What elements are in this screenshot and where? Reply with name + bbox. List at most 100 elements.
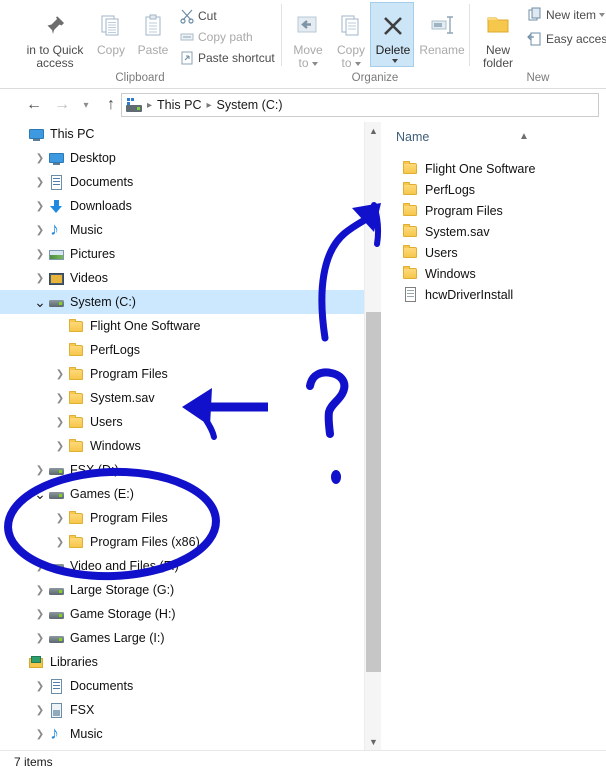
up-button[interactable]: ↑: [99, 93, 123, 117]
recent-locations-button[interactable]: ▾: [74, 93, 98, 117]
chevron-right-icon[interactable]: ❯: [32, 602, 48, 626]
tree-item-documents[interactable]: ❯ Documents: [0, 170, 364, 194]
chevron-right-icon[interactable]: ❯: [52, 434, 68, 458]
scissors-icon: [176, 8, 198, 24]
easy-access-button[interactable]: Easy access: [524, 28, 606, 50]
tree-item-label: System.sav: [90, 391, 155, 405]
breadcrumb-item-this-pc[interactable]: This PC: [155, 98, 203, 112]
chevron-right-icon[interactable]: ❯: [52, 386, 68, 410]
tree-item-game-storage-h[interactable]: ❯ Game Storage (H:): [0, 602, 364, 626]
rename-button[interactable]: Rename: [416, 4, 468, 57]
folder-icon: [68, 318, 85, 335]
chevron-right-icon[interactable]: ❯: [32, 578, 48, 602]
tree-item-program-files[interactable]: ❯ Program Files: [0, 506, 364, 530]
chevron-right-icon[interactable]: ❯: [32, 266, 48, 290]
tree-item-perflogs[interactable]: PerfLogs: [0, 338, 364, 362]
scrollbar-thumb[interactable]: [366, 312, 381, 672]
tree-item-desktop[interactable]: ❯ Desktop: [0, 146, 364, 170]
tree-item-flight-one-software[interactable]: Flight One Software: [0, 314, 364, 338]
list-item[interactable]: PerfLogs: [382, 179, 606, 200]
chevron-right-icon[interactable]: ❯: [32, 626, 48, 650]
tree-item-music[interactable]: ❯ Music: [0, 722, 364, 746]
pin-icon: [42, 8, 68, 44]
chevron-right-icon[interactable]: ❯: [32, 698, 48, 722]
list-item[interactable]: hcwDriverInstall: [382, 284, 606, 305]
tree-no-chevron: [12, 122, 28, 146]
tree-item-label: Games Large (I:): [70, 631, 165, 645]
tree-item-downloads[interactable]: ❯ Downloads: [0, 194, 364, 218]
tree-item-label: FSX: [70, 703, 95, 717]
copy-to-button[interactable]: Copy to: [330, 4, 372, 70]
chevron-right-icon[interactable]: ❯: [32, 722, 48, 746]
folder-icon: [402, 160, 419, 177]
copy-path-button[interactable]: Copy path: [176, 26, 253, 48]
chevron-right-icon[interactable]: ❯: [32, 458, 48, 482]
folder-icon: [68, 414, 85, 431]
breadcrumb-item-system-c[interactable]: System (C:): [215, 98, 285, 112]
tree-item-videos[interactable]: ❯ Videos: [0, 266, 364, 290]
file-list-pane[interactable]: Name ▲ Flight One Software PerfLogs Progra…: [382, 122, 606, 750]
navigation-tree-pane[interactable]: This PC❯Desktop❯Documents❯Downloads❯Musi…: [0, 122, 364, 750]
scroll-up-icon[interactable]: ▲: [365, 122, 382, 139]
tree-item-system-sav[interactable]: ❯ System.sav: [0, 386, 364, 410]
chevron-down-icon[interactable]: [391, 59, 398, 63]
list-item[interactable]: Program Files: [382, 200, 606, 221]
folder-icon: [402, 265, 419, 282]
chevron-down-icon[interactable]: [599, 13, 606, 17]
chevron-right-icon[interactable]: ❯: [52, 530, 68, 554]
chevron-right-icon[interactable]: ❯: [32, 674, 48, 698]
back-button[interactable]: ←: [22, 93, 46, 117]
tree-item-program-files-x86[interactable]: ❯ Program Files (x86): [0, 530, 364, 554]
chevron-right-icon[interactable]: ❯: [32, 194, 48, 218]
tree-item-large-storage-g[interactable]: ❯ Large Storage (G:): [0, 578, 364, 602]
breadcrumb[interactable]: ▸ This PC ▸ System (C:): [121, 93, 599, 117]
tree-item-games-large-i[interactable]: ❯ Games Large (I:): [0, 626, 364, 650]
list-item-name: Flight One Software: [425, 161, 536, 176]
tree-item-program-files[interactable]: ❯ Program Files: [0, 362, 364, 386]
delete-x-icon: [379, 8, 407, 44]
tree-item-fsx-d[interactable]: ❯ FSX (D:): [0, 458, 364, 482]
chevron-right-icon[interactable]: ❯: [32, 170, 48, 194]
tree-item-windows[interactable]: ❯ Windows: [0, 434, 364, 458]
chevron-down-icon[interactable]: ⌄: [32, 290, 48, 314]
new-folder-button[interactable]: New folder: [474, 4, 522, 70]
move-to-button[interactable]: Move to: [286, 4, 330, 70]
tree-no-chevron: [52, 338, 68, 362]
chevron-right-icon[interactable]: ❯: [52, 410, 68, 434]
scroll-down-icon[interactable]: ▼: [365, 733, 382, 750]
chevron-right-icon[interactable]: ❯: [52, 362, 68, 386]
tree-item-fsx[interactable]: ❯ FSX: [0, 698, 364, 722]
tree-item-label: Games (E:): [70, 487, 134, 501]
copy-button[interactable]: Copy: [90, 4, 132, 57]
tree-item-this-pc[interactable]: This PC: [0, 122, 364, 146]
chevron-right-icon[interactable]: ❯: [32, 146, 48, 170]
list-item[interactable]: Users: [382, 242, 606, 263]
tree-item-users[interactable]: ❯ Users: [0, 410, 364, 434]
chevron-right-icon[interactable]: ❯: [32, 554, 48, 578]
list-item[interactable]: Flight One Software: [382, 158, 606, 179]
chevron-right-icon[interactable]: ❯: [32, 242, 48, 266]
paste-shortcut-button[interactable]: Paste shortcut: [176, 47, 275, 69]
column-header-name[interactable]: Name: [382, 122, 606, 152]
delete-button[interactable]: Delete: [372, 4, 414, 63]
new-item-button[interactable]: New item: [524, 4, 606, 26]
chevron-down-icon[interactable]: ⌄: [32, 482, 48, 506]
tree-item-games-e[interactable]: ⌄ Games (E:): [0, 482, 364, 506]
chevron-right-icon[interactable]: ❯: [32, 218, 48, 242]
tree-item-system-c[interactable]: ⌄ System (C:): [0, 290, 364, 314]
forward-button[interactable]: →: [50, 93, 74, 117]
tree-item-documents[interactable]: ❯ Documents: [0, 674, 364, 698]
tree-item-pictures[interactable]: ❯ Pictures: [0, 242, 364, 266]
tree-item-libraries[interactable]: Libraries: [0, 650, 364, 674]
tree-item-video-and-files-f[interactable]: ❯ Video and Files (F:): [0, 554, 364, 578]
paste-button[interactable]: Paste: [132, 4, 174, 57]
cut-button[interactable]: Cut: [176, 5, 217, 27]
chevron-right-icon[interactable]: ❯: [52, 506, 68, 530]
tree-item-music[interactable]: ❯ Music: [0, 218, 364, 242]
breadcrumb-sep-1[interactable]: ▸: [203, 100, 214, 111]
tree-item-label: Pictures: [70, 247, 116, 261]
pin-to-quick-access-button[interactable]: in to Quick access: [22, 4, 88, 70]
list-item[interactable]: System.sav: [382, 221, 606, 242]
list-item[interactable]: Windows: [382, 263, 606, 284]
tree-scrollbar[interactable]: ▲ ▼: [364, 122, 381, 750]
